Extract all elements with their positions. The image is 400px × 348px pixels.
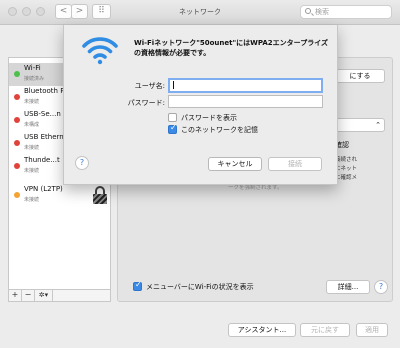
- show-password-checkbox[interactable]: [168, 113, 177, 122]
- sheet-help-button[interactable]: ?: [75, 156, 89, 170]
- search-icon: [305, 8, 311, 14]
- service-name: USB-Se...n: [24, 110, 61, 118]
- add-service-button[interactable]: +: [9, 290, 22, 301]
- status-dot: [14, 163, 20, 169]
- join-button[interactable]: 接続: [268, 157, 322, 171]
- assistant-button[interactable]: アシスタント...: [228, 323, 296, 337]
- service-actions-gear-icon[interactable]: ✲▾: [35, 290, 53, 301]
- wifi-icon: [82, 37, 118, 65]
- apply-button[interactable]: 適用: [356, 323, 388, 337]
- service-status: 未接続: [24, 197, 40, 203]
- text-caret: [173, 81, 174, 89]
- minimize-window-button[interactable]: [22, 7, 31, 16]
- window-titlebar: < > ⠿ ネットワーク 検索: [0, 0, 400, 25]
- back-button[interactable]: <: [55, 4, 72, 19]
- revert-button[interactable]: 元に戻す: [300, 323, 350, 337]
- password-label: パスワード:: [127, 99, 165, 107]
- show-all-grid-button[interactable]: ⠿: [92, 4, 111, 19]
- service-status: 未接続: [24, 99, 40, 105]
- window-title: ネットワーク: [179, 8, 221, 16]
- service-status: 未接続: [24, 168, 40, 174]
- show-wifi-status-checkbox[interactable]: [133, 280, 142, 291]
- service-name: VPN (L2TP): [24, 185, 63, 193]
- help-button[interactable]: ?: [374, 280, 388, 294]
- service-name: Wi-Fi: [24, 64, 41, 72]
- remove-service-button[interactable]: −: [22, 290, 35, 301]
- turn-wifi-off-button[interactable]: にする: [335, 69, 385, 83]
- lock-icon: [92, 186, 108, 204]
- zoom-window-button[interactable]: [36, 7, 45, 16]
- advanced-button[interactable]: 詳細...: [326, 280, 370, 294]
- search-placeholder: 検索: [315, 8, 329, 16]
- info-line-1: 接続され: [335, 157, 358, 163]
- cancel-button[interactable]: キャンセル: [208, 157, 262, 171]
- credentials-prompt: Wi-Fiネットワーク"50ounet"にはWPA2エンタープライズの資格情報が…: [134, 39, 328, 57]
- status-dot: [14, 140, 20, 146]
- service-status: 未構成: [24, 122, 40, 128]
- close-window-button[interactable]: [8, 7, 17, 16]
- info-line-2: にネット: [335, 166, 358, 172]
- username-label: ユーザ名:: [134, 82, 165, 90]
- credentials-sheet: Wi-Fiネットワーク"50ounet"にはWPA2エンタープライズの資格情報が…: [63, 25, 338, 185]
- status-dot: [14, 117, 20, 123]
- show-password-label: パスワードを表示: [181, 114, 237, 122]
- service-status: 未接続: [24, 145, 40, 151]
- network-name-popup[interactable]: ⌃: [335, 118, 385, 132]
- password-field[interactable]: [168, 95, 323, 108]
- service-list-toolbar: + − ✲▾: [9, 289, 110, 301]
- remember-network-label: このネットワークを記憶: [181, 126, 258, 134]
- show-wifi-status-label: メニューバーにWi-Fiの状況を表示: [146, 283, 254, 291]
- remember-network-checkbox[interactable]: [168, 123, 177, 134]
- search-input[interactable]: 検索: [300, 5, 392, 19]
- service-status: 接続済み: [24, 76, 45, 82]
- status-dot: [14, 94, 20, 100]
- service-item-vpn[interactable]: VPN (L2TP) 未接続: [9, 184, 110, 207]
- username-field[interactable]: [168, 78, 323, 93]
- info-line-3: に確認メ: [335, 175, 358, 181]
- forward-button[interactable]: >: [71, 4, 88, 19]
- service-name: Thunde...t: [24, 156, 60, 164]
- status-dot: [14, 71, 20, 77]
- status-dot: [14, 192, 20, 198]
